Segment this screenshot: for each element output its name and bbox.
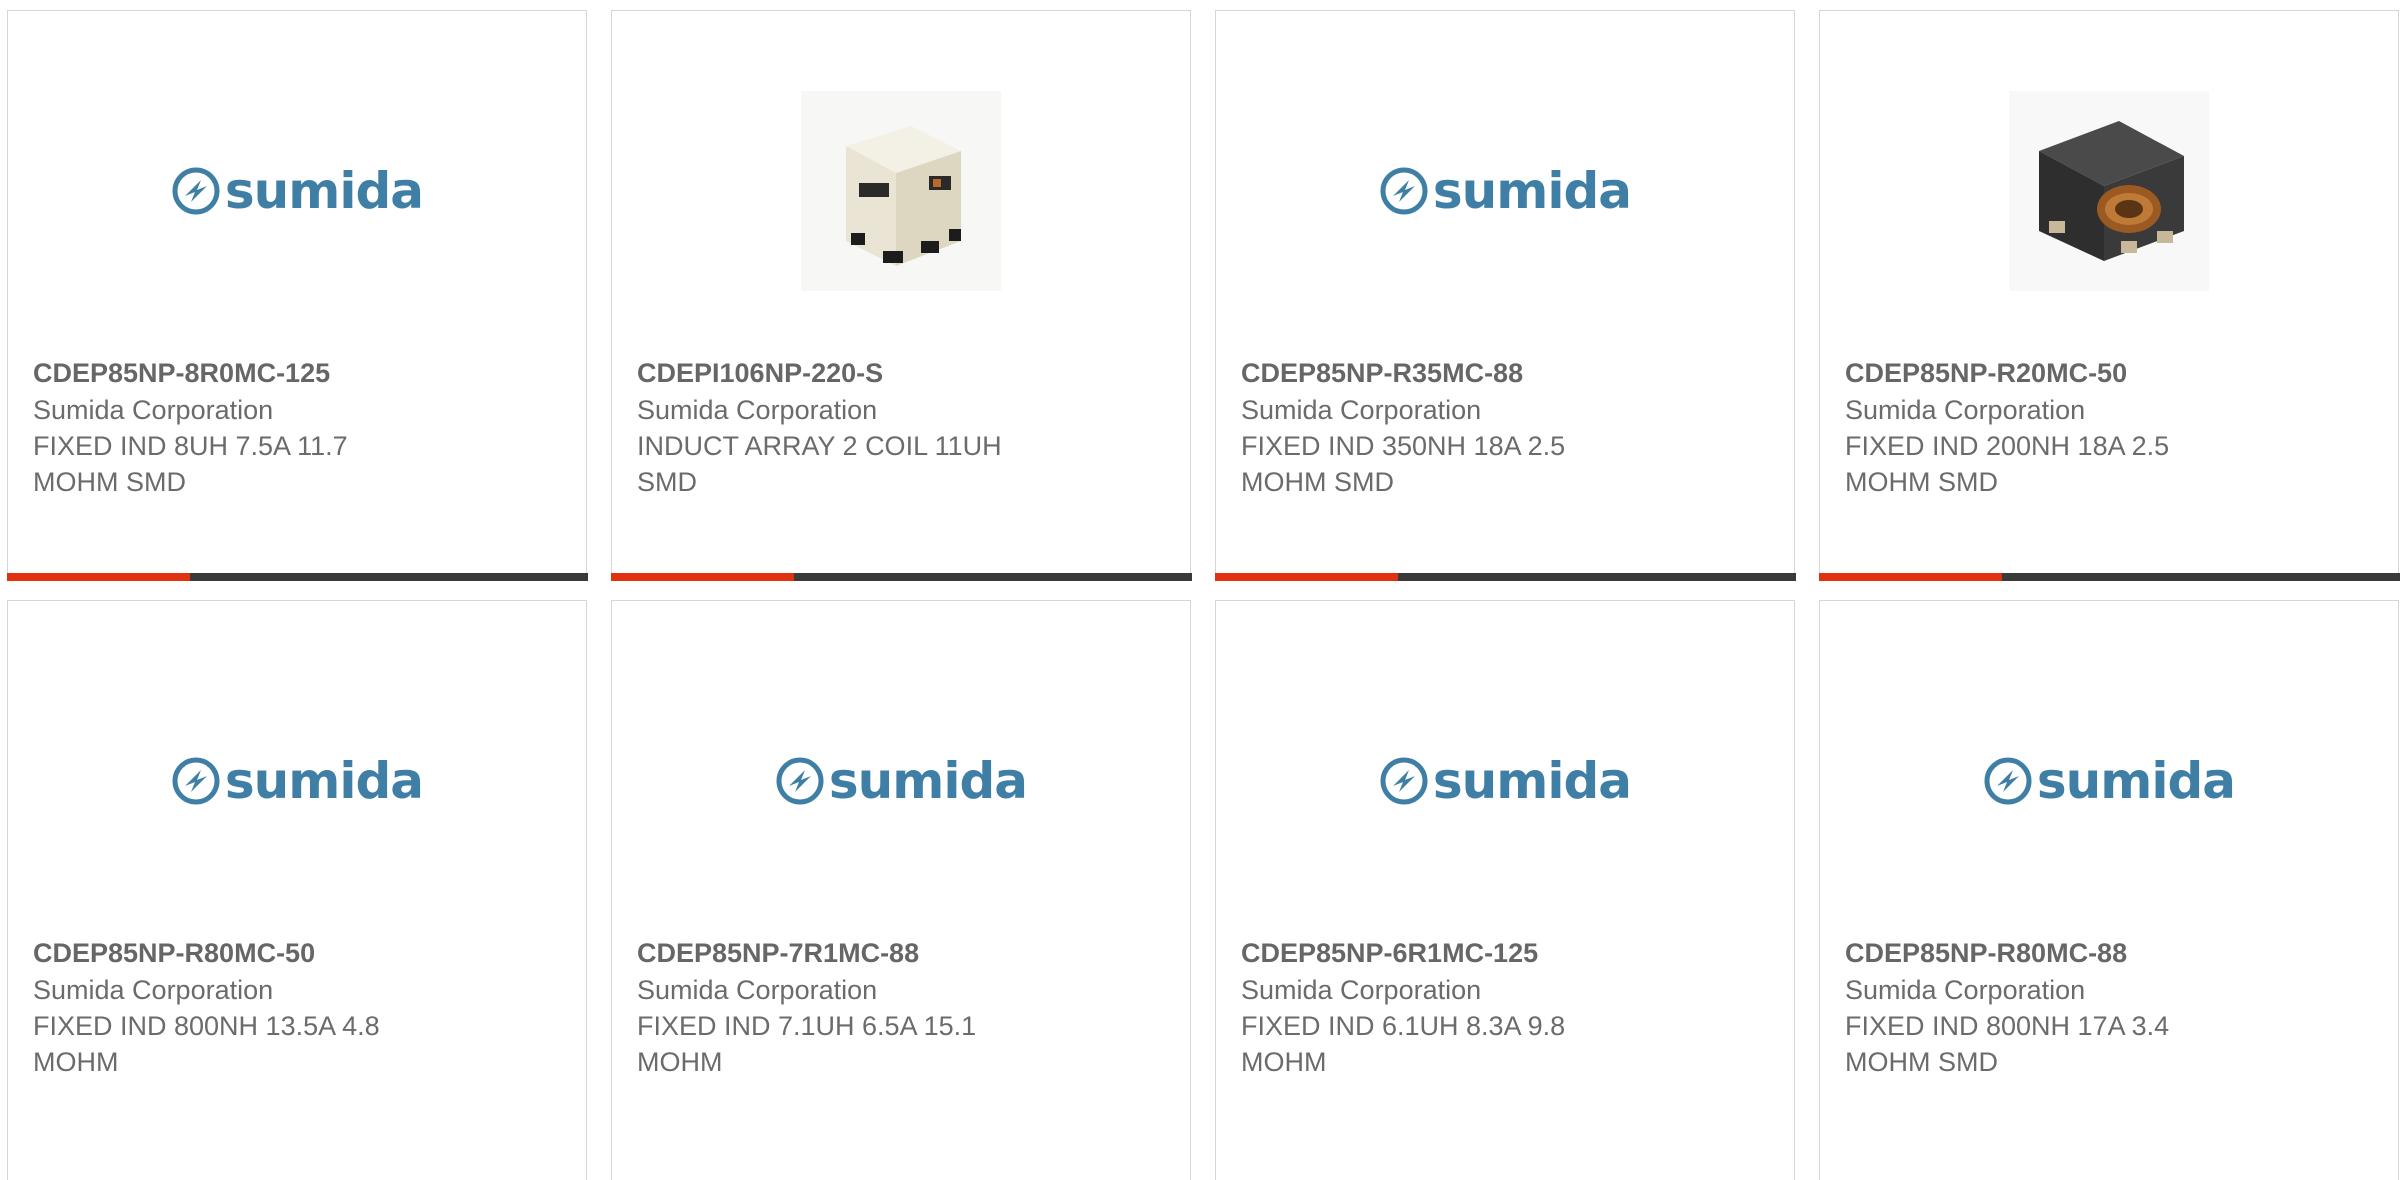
part-number[interactable]: CDEP85NP-6R1MC-125 <box>1241 934 1769 972</box>
sumida-emblem-icon <box>1984 757 2032 805</box>
manufacturer: Sumida Corporation <box>33 395 274 425</box>
sumida-emblem-icon <box>172 757 220 805</box>
description: FIXED IND 800NH 13.5A 4.8 MOHM <box>33 1011 380 1077</box>
description: FIXED IND 200NH 18A 2.5 MOHM SMD <box>1845 431 2170 497</box>
sumida-emblem-icon <box>776 757 824 805</box>
sumida-emblem-icon <box>1380 167 1428 215</box>
card-footer-bar <box>1818 572 2400 581</box>
part-number[interactable]: CDEP85NP-R80MC-50 <box>33 934 561 972</box>
description: FIXED IND 350NH 18A 2.5 MOHM SMD <box>1241 431 1566 497</box>
part-number[interactable]: CDEP85NP-8R0MC-125 <box>33 354 561 392</box>
card-footer-bar <box>6 572 588 581</box>
part-number[interactable]: CDEPI106NP-220-S <box>637 354 1165 392</box>
product-image: sumida <box>1820 661 2398 901</box>
part-number[interactable]: CDEP85NP-R80MC-88 <box>1845 934 2373 972</box>
card-footer-bar <box>610 572 1192 581</box>
product-image <box>1820 71 2398 311</box>
manufacturer: Sumida Corporation <box>1241 975 1482 1005</box>
sumida-emblem-icon <box>172 167 220 215</box>
product-card[interactable]: sumida CDEP85NP-6R1MC-125 Sumida Corpora… <box>1215 600 1795 1180</box>
product-grid: sumida CDEP85NP-8R0MC-125 Sumida Corpora… <box>0 0 2400 1180</box>
card-footer-bar <box>1214 572 1796 581</box>
product-image <box>612 71 1190 311</box>
black-inductor-photo <box>2009 91 2209 291</box>
product-card[interactable]: sumida CDEP85NP-R35MC-88 Sumida Corporat… <box>1214 10 1796 581</box>
product-image: sumida <box>612 661 1190 901</box>
description: FIXED IND 6.1UH 8.3A 9.8 MOHM <box>1241 1011 1566 1077</box>
description: FIXED IND 800NH 17A 3.4 MOHM SMD <box>1845 1011 2170 1077</box>
sumida-logo: sumida <box>171 162 424 220</box>
product-card[interactable]: CDEPI106NP-220-S Sumida Corporation INDU… <box>610 10 1192 581</box>
white-inductor-photo <box>801 91 1001 291</box>
manufacturer: Sumida Corporation <box>1845 395 2086 425</box>
sumida-logo: sumida <box>1379 752 1632 810</box>
sumida-logo: sumida <box>1983 752 2236 810</box>
sumida-emblem-icon <box>1380 757 1428 805</box>
description: FIXED IND 8UH 7.5A 11.7 MOHM SMD <box>33 431 348 497</box>
product-card[interactable]: CDEP85NP-R20MC-50 Sumida Corporation FIX… <box>1818 10 2400 581</box>
manufacturer: Sumida Corporation <box>33 975 274 1005</box>
part-number[interactable]: CDEP85NP-R35MC-88 <box>1241 354 1769 392</box>
manufacturer: Sumida Corporation <box>1845 975 2086 1005</box>
product-card[interactable]: sumida CDEP85NP-7R1MC-88 Sumida Corporat… <box>611 600 1191 1180</box>
description: FIXED IND 7.1UH 6.5A 15.1 MOHM <box>637 1011 977 1077</box>
sumida-logo: sumida <box>171 752 424 810</box>
product-card[interactable]: sumida CDEP85NP-R80MC-50 Sumida Corporat… <box>7 600 587 1180</box>
sumida-logo: sumida <box>775 752 1028 810</box>
product-image: sumida <box>8 71 586 311</box>
product-card[interactable]: sumida CDEP85NP-R80MC-88 Sumida Corporat… <box>1819 600 2399 1180</box>
product-image: sumida <box>1216 661 1794 901</box>
part-number[interactable]: CDEP85NP-7R1MC-88 <box>637 934 1165 972</box>
product-image: sumida <box>1216 71 1794 311</box>
manufacturer: Sumida Corporation <box>637 395 878 425</box>
description: INDUCT ARRAY 2 COIL 11UH SMD <box>637 431 1002 497</box>
product-card[interactable]: sumida CDEP85NP-8R0MC-125 Sumida Corpora… <box>6 10 588 581</box>
manufacturer: Sumida Corporation <box>1241 395 1482 425</box>
sumida-logo: sumida <box>1379 162 1632 220</box>
product-image: sumida <box>8 661 586 901</box>
manufacturer: Sumida Corporation <box>637 975 878 1005</box>
part-number[interactable]: CDEP85NP-R20MC-50 <box>1845 354 2373 392</box>
